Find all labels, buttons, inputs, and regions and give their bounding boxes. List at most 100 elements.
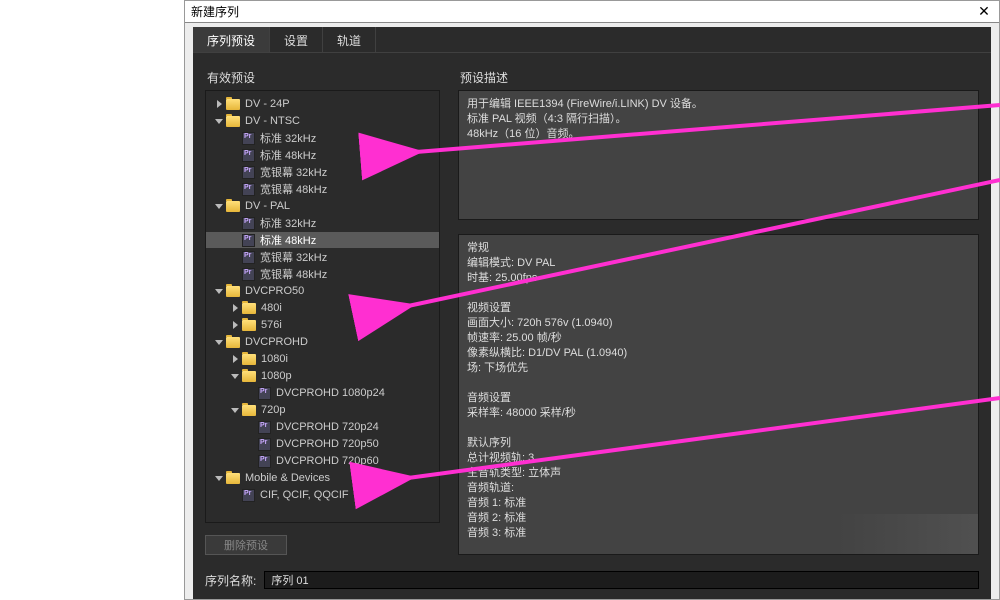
folder-icon <box>242 320 256 331</box>
preset-icon <box>242 251 255 264</box>
preset-icon <box>242 149 255 162</box>
presets-panel-title: 有效预设 <box>205 65 440 90</box>
tree-item-label: 576i <box>261 319 282 331</box>
tree-item-label: 1080i <box>261 353 288 365</box>
tree-preset[interactable]: 宽银幕 48kHz <box>206 181 439 197</box>
folder-icon <box>226 201 240 212</box>
tab-tracks[interactable]: 轨道 <box>323 27 376 52</box>
disclosure-arrow-icon[interactable] <box>214 116 224 126</box>
folder-icon <box>226 99 240 110</box>
tree-folder[interactable]: 1080p <box>206 368 439 384</box>
sequence-name-input[interactable] <box>264 571 979 589</box>
tree-folder[interactable]: DVCPRO50 <box>206 283 439 299</box>
spec-text: 常规 编辑模式: DV PAL 时基: 25.00fps 视频设置 画面大小: … <box>467 241 970 541</box>
content-area: 有效预设 DV - 24PDV - NTSC标准 32kHz标准 48kHz宽银… <box>205 65 979 555</box>
folder-icon <box>226 116 240 127</box>
tree-preset[interactable]: CIF, QCIF, QQCIF <box>206 487 439 503</box>
tree-preset[interactable]: 标准 32kHz <box>206 215 439 231</box>
disclosure-arrow-icon[interactable] <box>214 99 224 109</box>
tree-item-label: DVCPROHD 1080p24 <box>276 387 385 399</box>
tree-folder[interactable]: 720p <box>206 402 439 418</box>
presets-panel: 有效预设 DV - 24PDV - NTSC标准 32kHz标准 48kHz宽银… <box>205 65 440 555</box>
folder-icon <box>242 405 256 416</box>
tree-item-label: DV - NTSC <box>245 115 300 127</box>
preset-icon <box>242 132 255 145</box>
sequence-name-label: 序列名称: <box>205 572 256 589</box>
tree-folder[interactable]: DV - PAL <box>206 198 439 214</box>
tree-folder[interactable]: 480i <box>206 300 439 316</box>
preset-icon <box>258 421 271 434</box>
preset-spec-box[interactable]: 常规 编辑模式: DV PAL 时基: 25.00fps 视频设置 画面大小: … <box>458 234 979 555</box>
preset-icon <box>258 438 271 451</box>
preset-icon <box>242 268 255 281</box>
disclosure-arrow-icon[interactable] <box>214 201 224 211</box>
preset-icon <box>258 387 271 400</box>
tree-item-label: 标准 32kHz <box>260 215 316 231</box>
tree-item-label: DVCPRO50 <box>245 285 304 297</box>
tree-item-label: DVCPROHD <box>245 336 308 348</box>
tree-preset[interactable]: 宽银幕 48kHz <box>206 266 439 282</box>
close-icon[interactable]: ✕ <box>975 4 993 20</box>
preset-icon <box>242 166 255 179</box>
tree-folder[interactable]: DV - 24P <box>206 96 439 112</box>
tree-item-label: DV - PAL <box>245 200 290 212</box>
tree-folder[interactable]: 576i <box>206 317 439 333</box>
tree-folder[interactable]: DVCPROHD <box>206 334 439 350</box>
dialog-body: 序列预设 设置 轨道 有效预设 DV - 24P DV - NTSC 标准 32kH… <box>193 27 991 599</box>
tree-item-label: 720p <box>261 404 285 416</box>
tree-preset[interactable]: 宽银幕 32kHz <box>206 249 439 265</box>
tree-preset[interactable]: 标准 48kHz <box>206 232 439 248</box>
tree-item-label: DVCPROHD 720p60 <box>276 455 379 467</box>
description-panel: 预设描述 用于编辑 IEEE1394 (FireWire/i.LINK) DV … <box>458 65 979 555</box>
tree-item-label: 1080p <box>261 370 292 382</box>
tree-item-label: 宽银幕 32kHz <box>260 164 327 180</box>
preset-tree[interactable]: DV - 24PDV - NTSC标准 32kHz标准 48kHz宽银幕 32k… <box>205 90 440 523</box>
fade-decoration <box>838 514 978 554</box>
preset-icon <box>258 455 271 468</box>
tree-preset[interactable]: DVCPROHD 720p24 <box>206 419 439 435</box>
tree-item-label: 宽银幕 32kHz <box>260 249 327 265</box>
folder-icon <box>242 354 256 365</box>
folder-icon <box>242 303 256 314</box>
tree-item-label: 标准 48kHz <box>260 232 316 248</box>
window-title: 新建序列 <box>191 3 975 20</box>
disclosure-arrow-icon[interactable] <box>230 303 240 313</box>
disclosure-arrow-icon[interactable] <box>214 337 224 347</box>
disclosure-arrow-icon[interactable] <box>214 473 224 483</box>
tree-preset[interactable]: 标准 32kHz <box>206 130 439 146</box>
tree-preset[interactable]: DVCPROHD 720p60 <box>206 453 439 469</box>
tree-item-label: 480i <box>261 302 282 314</box>
preset-icon <box>242 489 255 502</box>
disclosure-arrow-icon[interactable] <box>230 320 240 330</box>
tree-folder[interactable]: Mobile & Devices <box>206 470 439 486</box>
preset-icon <box>242 234 255 247</box>
disclosure-arrow-icon[interactable] <box>230 371 240 381</box>
tree-preset[interactable]: 宽银幕 32kHz <box>206 164 439 180</box>
preset-description-box[interactable]: 用于编辑 IEEE1394 (FireWire/i.LINK) DV 设备。 标… <box>458 90 979 220</box>
titlebar: 新建序列 ✕ <box>185 1 999 23</box>
tree-item-label: 标准 32kHz <box>260 130 316 146</box>
tabbar: 序列预设 设置 轨道 <box>193 27 991 53</box>
tree-folder[interactable]: 1080i <box>206 351 439 367</box>
disclosure-arrow-icon[interactable] <box>230 354 240 364</box>
tree-preset[interactable]: DVCPROHD 1080p24 <box>206 385 439 401</box>
tree-item-label: 标准 48kHz <box>260 147 316 163</box>
description-panel-title: 预设描述 <box>458 65 979 90</box>
tree-item-label: Mobile & Devices <box>245 472 330 484</box>
delete-preset-button[interactable]: 删除预设 <box>205 535 287 555</box>
tree-item-label: 宽银幕 48kHz <box>260 181 327 197</box>
tree-preset[interactable]: DVCPROHD 720p50 <box>206 436 439 452</box>
tree-item-label: DV - 24P <box>245 98 290 110</box>
folder-icon <box>226 473 240 484</box>
disclosure-arrow-icon[interactable] <box>230 405 240 415</box>
tree-preset[interactable]: 标准 48kHz <box>206 147 439 163</box>
bottom-row: 序列名称: <box>205 569 979 591</box>
tree-item-label: DVCPROHD 720p24 <box>276 421 379 433</box>
tree-folder[interactable]: DV - NTSC <box>206 113 439 129</box>
tab-settings[interactable]: 设置 <box>270 27 323 52</box>
preset-icon <box>242 217 255 230</box>
new-sequence-dialog[interactable]: 新建序列 ✕ 序列预设 设置 轨道 有效预设 DV - 24P DV - NTSC… <box>184 0 1000 600</box>
tab-sequence-presets[interactable]: 序列预设 <box>193 27 270 52</box>
preset-icon <box>242 183 255 196</box>
disclosure-arrow-icon[interactable] <box>214 286 224 296</box>
